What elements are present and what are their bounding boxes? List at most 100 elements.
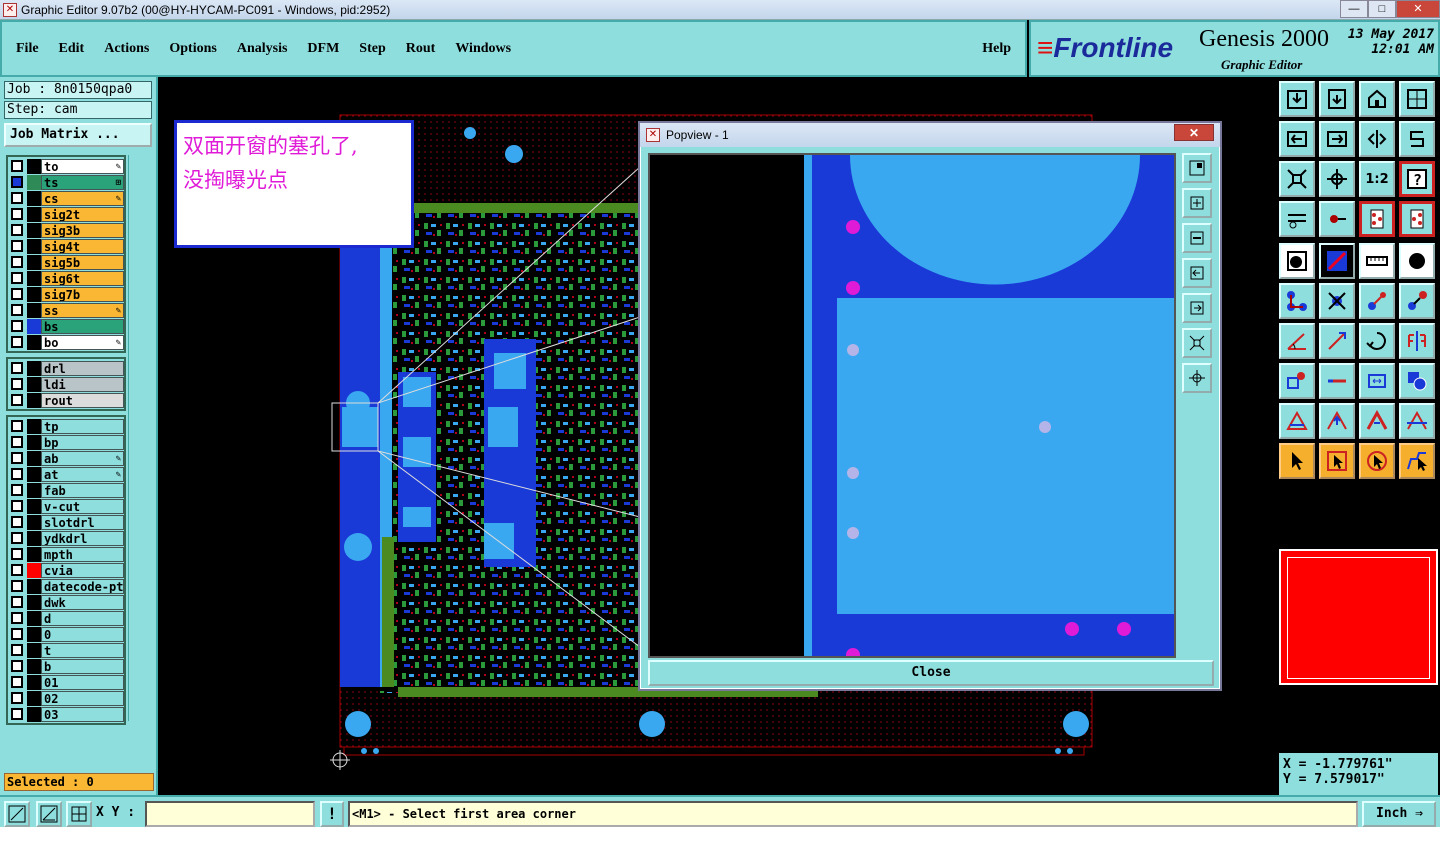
layer-color-swatch[interactable] bbox=[27, 206, 41, 222]
layer-color-swatch[interactable] bbox=[27, 302, 41, 318]
layer-name[interactable]: sig2t bbox=[41, 206, 124, 222]
layer-row[interactable]: 0 bbox=[8, 626, 124, 642]
arc-rotate-icon[interactable] bbox=[1359, 323, 1395, 359]
menu-edit[interactable]: Edit bbox=[59, 41, 85, 57]
menu-rout[interactable]: Rout bbox=[406, 41, 436, 57]
layer-checkbox[interactable] bbox=[11, 320, 23, 332]
add-pad-icon[interactable] bbox=[1279, 243, 1315, 279]
layer-checkbox[interactable] bbox=[11, 256, 23, 268]
layer-row[interactable]: bs bbox=[8, 318, 124, 334]
layer-checkbox[interactable] bbox=[11, 272, 23, 284]
layer-name[interactable]: slotdrl bbox=[41, 514, 124, 530]
menu-options[interactable]: Options bbox=[169, 41, 216, 57]
layer-row[interactable]: cs ✎ bbox=[8, 190, 124, 206]
layer-name[interactable]: sig5b bbox=[41, 254, 124, 270]
layer-row[interactable]: 02 bbox=[8, 690, 124, 706]
menu-help[interactable]: Help bbox=[982, 41, 1011, 57]
layer-checkbox[interactable] bbox=[11, 500, 23, 512]
layer-row[interactable]: tp bbox=[8, 418, 124, 434]
layer-color-swatch[interactable] bbox=[27, 530, 41, 546]
window-layout-icon[interactable] bbox=[1399, 81, 1435, 117]
layer-checkbox[interactable] bbox=[11, 304, 23, 316]
layer-checkbox[interactable] bbox=[11, 612, 23, 624]
s-curve-icon[interactable] bbox=[1399, 121, 1435, 157]
snap-pad-icon[interactable] bbox=[1319, 201, 1355, 237]
layer-name[interactable]: dwk bbox=[41, 594, 124, 610]
select-pointer-icon[interactable] bbox=[1279, 443, 1315, 479]
layer-color-swatch[interactable] bbox=[27, 254, 41, 270]
layer-checkbox[interactable] bbox=[11, 676, 23, 688]
layer-checkbox[interactable] bbox=[11, 548, 23, 560]
layer-color-swatch[interactable] bbox=[27, 642, 41, 658]
layer-row[interactable]: ts ⊞ bbox=[8, 174, 124, 190]
layer-name[interactable]: sig4t bbox=[41, 238, 124, 254]
pan-left-icon[interactable] bbox=[1279, 121, 1315, 157]
layer-compare-icon[interactable] bbox=[1359, 201, 1395, 237]
layer-checkbox[interactable] bbox=[11, 708, 23, 720]
zoom-fit-icon[interactable] bbox=[1279, 161, 1315, 197]
alert-icon[interactable]: ! bbox=[320, 801, 344, 827]
select-polygon-icon[interactable] bbox=[1399, 443, 1435, 479]
layer-name[interactable]: sig7b bbox=[41, 286, 124, 302]
layer-row[interactable]: ydkdrl bbox=[8, 530, 124, 546]
layer-row[interactable]: sig7b bbox=[8, 286, 124, 302]
job-matrix-button[interactable]: Job Matrix ... bbox=[4, 123, 152, 147]
layer-checkbox[interactable] bbox=[11, 240, 23, 252]
layer-checkbox[interactable] bbox=[11, 484, 23, 496]
layer-checkbox[interactable] bbox=[11, 288, 23, 300]
select-circle-icon[interactable] bbox=[1359, 443, 1395, 479]
scale-one-to-two-icon[interactable]: 1:2 bbox=[1359, 161, 1395, 197]
layer-name[interactable]: d bbox=[41, 610, 124, 626]
layer-color-swatch[interactable] bbox=[27, 546, 41, 562]
layer-row[interactable]: dwk bbox=[8, 594, 124, 610]
layer-name[interactable]: ydkdrl bbox=[41, 530, 124, 546]
stretch-node-icon[interactable] bbox=[1399, 283, 1435, 319]
layer-checkbox[interactable] bbox=[11, 394, 23, 406]
layer-row[interactable]: datecode-ptc bbox=[8, 578, 124, 594]
layer-color-swatch[interactable] bbox=[27, 270, 41, 286]
menu-analysis[interactable]: Analysis bbox=[237, 41, 288, 57]
zoom-center-icon[interactable] bbox=[1319, 161, 1355, 197]
layer-name[interactable]: to ✎ bbox=[41, 158, 124, 174]
layer-name[interactable]: 0 bbox=[41, 626, 124, 642]
layer-row[interactable]: to ✎ bbox=[8, 158, 124, 174]
layer-checkbox[interactable] bbox=[11, 378, 23, 390]
layer-color-swatch[interactable] bbox=[27, 434, 41, 450]
layer-color-swatch[interactable] bbox=[27, 174, 41, 190]
layer-color-swatch[interactable] bbox=[27, 498, 41, 514]
menu-dfm[interactable]: DFM bbox=[307, 41, 339, 57]
layer-row[interactable]: b bbox=[8, 658, 124, 674]
layer-color-swatch[interactable] bbox=[27, 658, 41, 674]
layer-name[interactable]: sig6t bbox=[41, 270, 124, 286]
snap-angle-icon[interactable] bbox=[36, 801, 62, 827]
unit-selector[interactable]: Inch ⇒ bbox=[1362, 801, 1436, 827]
layer-row[interactable]: bo ✎ bbox=[8, 334, 124, 350]
help-question-icon[interactable]: ? bbox=[1399, 161, 1435, 197]
pan-right-icon[interactable] bbox=[1319, 121, 1355, 157]
layer-color-swatch[interactable] bbox=[27, 626, 41, 642]
layer-checkbox[interactable] bbox=[11, 516, 23, 528]
layer-checkbox[interactable] bbox=[11, 224, 23, 236]
measure-tool-icon[interactable] bbox=[1279, 201, 1315, 237]
layer-row[interactable]: ss ✎ bbox=[8, 302, 124, 318]
layer-name[interactable]: datecode-ptc bbox=[41, 578, 124, 594]
popview-pan-right-icon[interactable] bbox=[1182, 293, 1212, 323]
layer-row[interactable]: sig4t bbox=[8, 238, 124, 254]
mirror-feature-icon[interactable] bbox=[1399, 323, 1435, 359]
layer-color-swatch[interactable] bbox=[27, 360, 41, 376]
snap-mode-icon[interactable] bbox=[4, 801, 30, 827]
angle-line-icon[interactable] bbox=[1279, 323, 1315, 359]
layer-checkbox[interactable] bbox=[11, 336, 23, 348]
layer-row[interactable]: sig3b bbox=[8, 222, 124, 238]
layer-color-swatch[interactable] bbox=[27, 334, 41, 350]
popview-center-icon[interactable] bbox=[1182, 363, 1212, 393]
connect-nodes-icon[interactable] bbox=[1279, 283, 1315, 319]
layer-color-swatch[interactable] bbox=[27, 392, 41, 408]
layer-name[interactable]: mpth bbox=[41, 546, 124, 562]
layer-checkbox[interactable] bbox=[11, 692, 23, 704]
move-node-icon[interactable] bbox=[1359, 283, 1395, 319]
layer-row[interactable]: cvia bbox=[8, 562, 124, 578]
layer-name[interactable]: rout bbox=[41, 392, 124, 408]
layer-name[interactable]: v-cut bbox=[41, 498, 124, 514]
layer-color-swatch[interactable] bbox=[27, 562, 41, 578]
